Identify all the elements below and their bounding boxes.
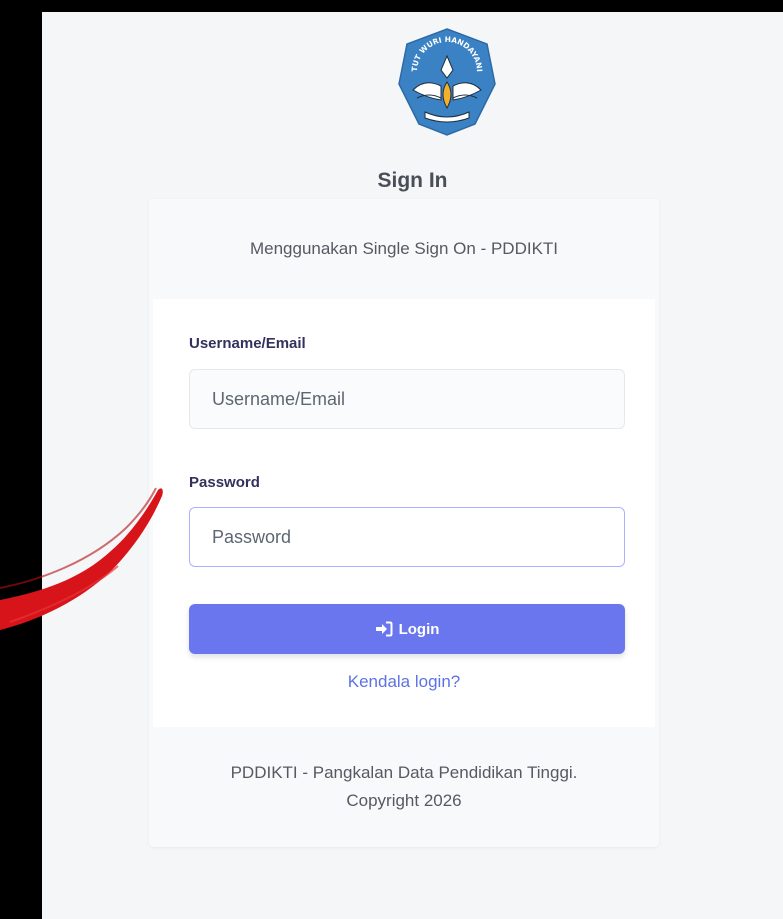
password-input[interactable]	[189, 507, 625, 567]
footer-text: PDDIKTI - Pangkalan Data Pendidikan Ting…	[230, 762, 578, 782]
screen: TUT WURI HANDAYANI Sign In Menggunakan S…	[0, 0, 783, 919]
login-card: Menggunakan Single Sign On - PDDIKTI Use…	[149, 199, 659, 847]
tut-wuri-handayani-emblem-icon: TUT WURI HANDAYANI	[395, 26, 499, 138]
sign-in-icon	[375, 621, 393, 637]
login-page: TUT WURI HANDAYANI Sign In Menggunakan S…	[42, 12, 783, 919]
login-form: Username/Email Password Login Kendala lo…	[153, 299, 655, 727]
username-label: Username/Email	[189, 335, 306, 352]
page-title: Sign In	[377, 169, 448, 192]
username-input[interactable]	[189, 369, 625, 429]
card-subtitle: Menggunakan Single Sign On - PDDIKTI	[249, 239, 559, 258]
login-button-label: Login	[398, 620, 440, 638]
login-help-link[interactable]: Kendala login?	[153, 672, 655, 692]
copyright-text: Copyright 2026	[346, 791, 462, 810]
footer: PDDIKTI - Pangkalan Data Pendidikan Ting…	[149, 727, 659, 847]
password-label: Password	[189, 474, 260, 491]
red-brush-annotation	[0, 487, 163, 630]
login-button[interactable]: Login	[189, 604, 625, 654]
